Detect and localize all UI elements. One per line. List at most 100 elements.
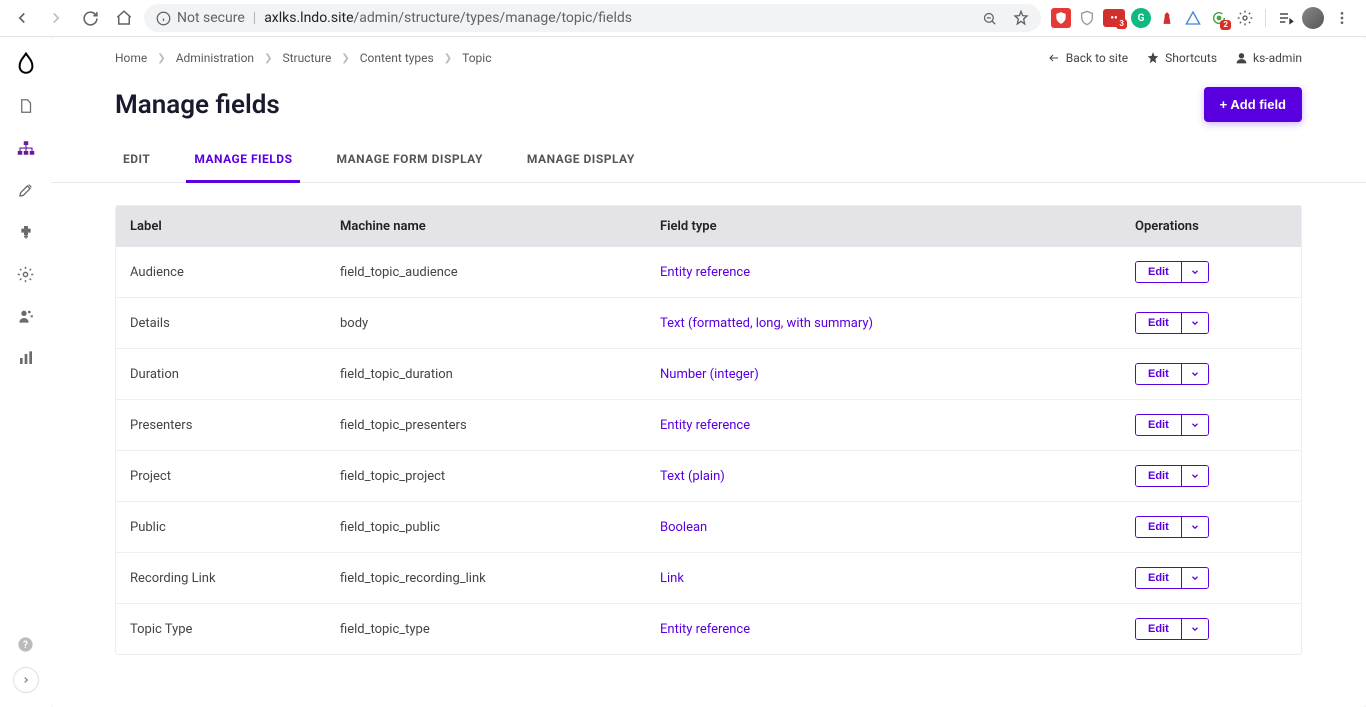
crumb-topic[interactable]: Topic [462,51,491,65]
forward-button[interactable] [42,4,70,32]
field-type-link[interactable]: Boolean [660,520,707,535]
chevron-down-icon [1190,420,1200,430]
add-field-button[interactable]: + Add field [1204,87,1302,122]
user-menu[interactable]: ks-admin [1235,51,1302,65]
edit-button[interactable]: Edit [1136,466,1181,486]
cell-type: Text (formatted, long, with summary) [646,298,1121,349]
edit-button[interactable]: Edit [1136,364,1181,384]
dropdown-button[interactable] [1181,364,1208,384]
table-row: Topic Typefield_topic_typeEntity referen… [116,604,1301,655]
bookmark-icon[interactable] [1013,10,1029,26]
dropdown-button[interactable] [1181,568,1208,588]
ext-shield-icon[interactable] [1077,8,1097,28]
edit-button[interactable]: Edit [1136,262,1181,282]
dropdown-button[interactable] [1181,313,1208,333]
people-icon[interactable] [15,305,37,327]
field-type-link[interactable]: Text (formatted, long, with summary) [660,316,873,331]
field-type-link[interactable]: Entity reference [660,265,750,280]
ext-lighthouse-icon[interactable] [1157,8,1177,28]
crumb-structure[interactable]: Structure [282,51,331,65]
profile-avatar[interactable] [1302,7,1324,29]
structure-icon[interactable] [15,137,37,159]
cell-machine: field_topic_project [326,451,646,502]
back-button[interactable] [8,4,36,32]
edit-button[interactable]: Edit [1136,415,1181,435]
cell-machine: field_topic_public [326,502,646,553]
dropdown-button[interactable] [1181,517,1208,537]
field-type-link[interactable]: Entity reference [660,418,750,433]
arrow-left-icon [1047,52,1061,64]
table-row: Durationfield_topic_duration Number (inte… [116,349,1301,400]
ext-playlist-icon[interactable] [1276,8,1296,28]
drupal-logo-icon[interactable] [15,53,37,75]
zoom-icon[interactable] [982,11,997,26]
dropdown-button[interactable] [1181,619,1208,639]
extend-icon[interactable] [15,221,37,243]
ext-ublock-icon[interactable] [1051,8,1071,28]
edit-button[interactable]: Edit [1136,568,1181,588]
cell-label: Duration [116,349,326,400]
dropdown-button[interactable] [1181,415,1208,435]
edit-button[interactable]: Edit [1136,517,1181,537]
dropdown-button[interactable] [1181,466,1208,486]
ext-triangle-icon[interactable] [1183,8,1203,28]
edit-button[interactable]: Edit [1136,619,1181,639]
page-title: Manage fields [115,90,280,120]
chevron-down-icon [1190,318,1200,328]
ext-gear-icon[interactable] [1235,8,1255,28]
help-icon[interactable]: ? [15,633,37,655]
edit-button[interactable]: Edit [1136,313,1181,333]
menu-button[interactable] [1330,4,1354,32]
crumb-home[interactable]: Home [115,51,147,65]
browser-chrome: Not secure | axlks.lndo.site/admin/struc… [0,0,1366,37]
dropdown-button[interactable] [1181,262,1208,282]
user-icon [1235,51,1248,65]
tab-edit[interactable]: EDIT [115,138,158,183]
field-type-link[interactable]: Link [660,571,684,586]
field-type-link[interactable]: Text (plain) [660,469,725,484]
cell-type: Boolean [646,502,1121,553]
tab-manage-fields[interactable]: MANAGE FIELDS [186,138,300,183]
shortcuts-link[interactable]: Shortcuts [1146,51,1217,65]
breadcrumb: Home ❯ Administration ❯ Structure ❯ Cont… [115,51,491,65]
cell-type: Link [646,553,1121,604]
tabs: EDIT MANAGE FIELDS MANAGE FORM DISPLAY M… [51,138,1366,183]
admin-sidebar: ? [0,37,51,707]
reports-icon[interactable] [15,347,37,369]
cell-machine: field_topic_recording_link [326,553,646,604]
table-row: Projectfield_topic_projectText (plain)Ed… [116,451,1301,502]
ext-grammarly-icon[interactable]: G [1131,8,1151,28]
crumb-admin[interactable]: Administration [176,51,254,65]
table-row: Recording Linkfield_topic_recording_link… [116,553,1301,604]
chevron-right-icon: ❯ [341,53,349,64]
address-bar[interactable]: Not secure | axlks.lndo.site/admin/struc… [144,4,1041,32]
svg-text:?: ? [23,640,28,651]
appearance-icon[interactable] [15,179,37,201]
col-ops: Operations [1121,206,1301,247]
cell-ops: Edit [1121,553,1301,604]
chevron-down-icon [1190,369,1200,379]
cell-type: Number (integer) [646,349,1121,400]
expand-sidebar-button[interactable] [13,667,39,693]
field-type-link[interactable]: Number (integer) [660,367,759,382]
cell-type: Entity reference [646,247,1121,298]
cell-machine: field_topic_audience [326,247,646,298]
cell-machine: field_topic_presenters [326,400,646,451]
tab-manage-form-display[interactable]: MANAGE FORM DISPLAY [328,138,490,183]
config-icon[interactable] [15,263,37,285]
ext-chat-icon[interactable]: 2 [1209,8,1229,28]
url-path: /admin/structure/types/manage/topic/fiel… [354,10,632,26]
cell-label: Audience [116,247,326,298]
content-icon[interactable] [15,95,37,117]
chevron-right-icon: ❯ [264,53,272,64]
crumb-types[interactable]: Content types [360,51,434,65]
reload-button[interactable] [76,4,104,32]
cell-type: Text (plain) [646,451,1121,502]
back-to-site-link[interactable]: Back to site [1047,51,1128,65]
field-type-link[interactable]: Entity reference [660,622,750,637]
tab-manage-display[interactable]: MANAGE DISPLAY [519,138,643,183]
home-button[interactable] [110,4,138,32]
ext-red-icon[interactable]: ••3 [1103,9,1125,27]
cell-ops: Edit [1121,400,1301,451]
cell-machine: field_topic_duration [326,349,646,400]
